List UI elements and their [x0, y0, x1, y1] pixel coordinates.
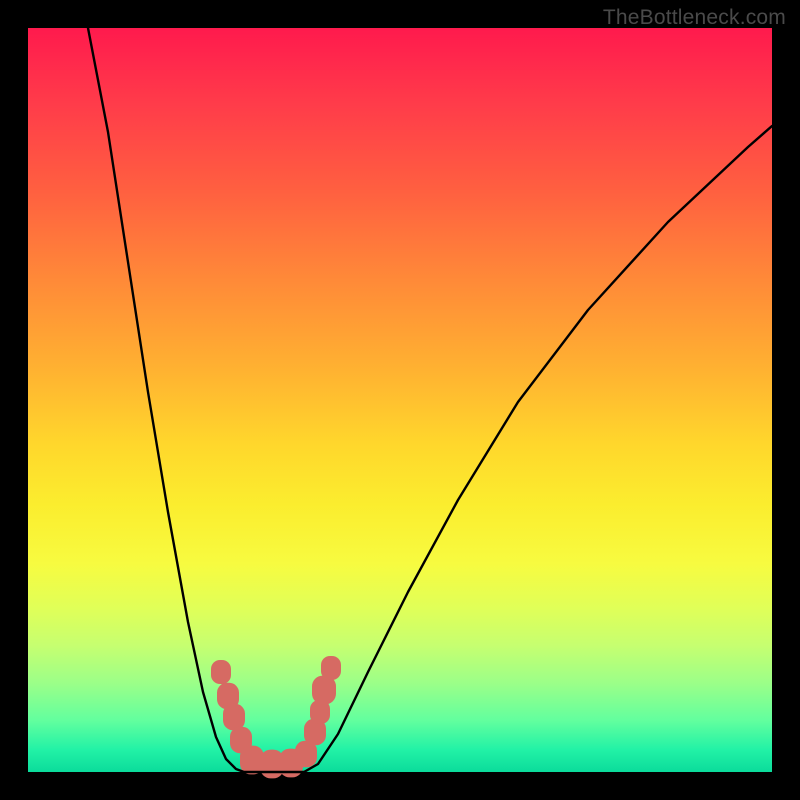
chart-svg [28, 28, 772, 772]
watermark-text: TheBottleneck.com [603, 6, 786, 30]
bottleneck-curve [88, 28, 772, 772]
data-point [223, 704, 245, 730]
data-point [321, 656, 341, 680]
chart-frame: TheBottleneck.com [0, 0, 800, 800]
data-point [211, 660, 231, 684]
chart-plot-area [28, 28, 772, 772]
